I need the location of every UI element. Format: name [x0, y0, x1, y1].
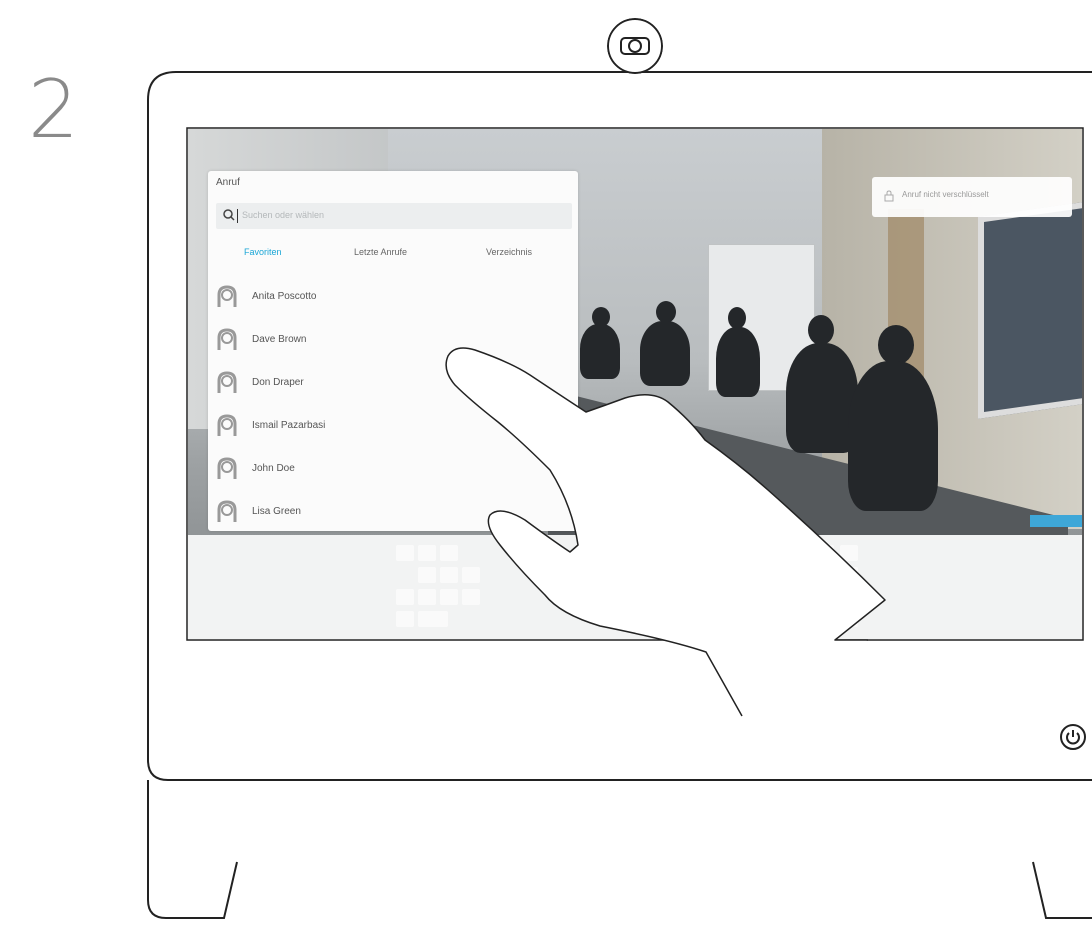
power-icon[interactable] [1058, 722, 1088, 752]
hand-gesture-illustration [445, 347, 886, 717]
